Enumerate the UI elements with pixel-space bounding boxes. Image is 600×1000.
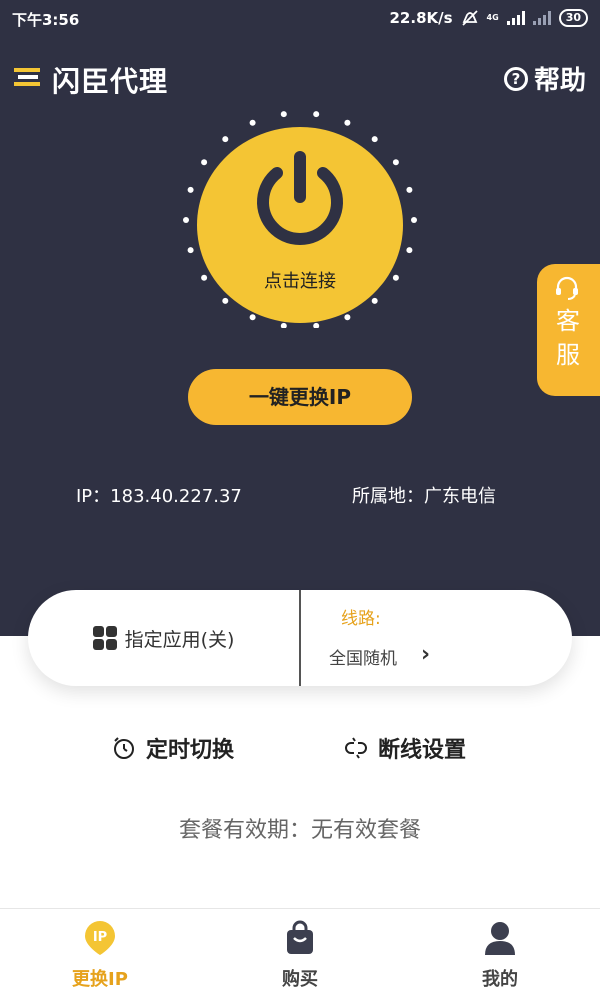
ip-pin-icon: IP (85, 921, 115, 955)
settings-card: 指定应用(关) 线路: 全国随机 › (28, 590, 572, 686)
customer-service-label: 客服 (556, 307, 580, 369)
tab-label: 购买 (282, 969, 318, 990)
change-ip-button[interactable]: 一键更换IP (188, 369, 412, 425)
dial-dot (371, 297, 378, 304)
user-icon (485, 922, 515, 955)
help-label: 帮助 (533, 66, 586, 96)
dial-dot (406, 247, 413, 254)
timer-icon (114, 737, 134, 759)
dial-dot (313, 322, 320, 328)
timed-switch-label: 定时切换 (146, 738, 235, 763)
route-value: 全国随机 (329, 649, 397, 669)
bottom-tab-bar: IP 更换IP 购买 我的 (0, 908, 600, 1000)
status-bar: 下午3:56 22.8K/s 4G 30 (0, 0, 600, 36)
chevron-right-icon: › (421, 642, 431, 667)
status-indicators: 22.8K/s 4G 30 (389, 9, 588, 27)
route-label: 线路: (341, 609, 381, 629)
dial-dot (313, 111, 320, 118)
svg-text:IP: IP (93, 930, 107, 945)
power-icon (257, 151, 343, 245)
dial-dot (201, 159, 208, 166)
dial-dot (371, 136, 378, 143)
grid-icon (92, 626, 117, 650)
dial-dot (183, 217, 189, 223)
headset-icon (556, 276, 578, 300)
app-logo (14, 68, 40, 86)
network-type: 4G (486, 13, 499, 22)
app-select-button[interactable]: 指定应用(关) (28, 590, 299, 686)
tab-buy[interactable]: 购买 (200, 909, 400, 1000)
customer-service-button[interactable]: 客服 (537, 264, 600, 396)
dial-dot (249, 119, 256, 126)
app-header: 闪臣代理 ? 帮助 (0, 58, 600, 98)
dial-dot (344, 119, 351, 126)
app-select-label: 指定应用(关) (124, 628, 235, 651)
route-select[interactable]: 线路: 全国随机 › (301, 590, 572, 686)
mute-icon (461, 10, 478, 26)
ip-location: 所属地：广东电信 (352, 486, 496, 507)
disconnect-settings-button[interactable]: 断线设置 (344, 732, 466, 764)
help-button[interactable]: ? 帮助 (503, 60, 586, 97)
dial-dot (187, 186, 194, 193)
dial-dot (222, 297, 229, 304)
ip-address: IP：183.40.227.37 (76, 486, 242, 507)
tab-me[interactable]: 我的 (400, 909, 600, 1000)
dial-dot (187, 247, 194, 254)
dial-dot (222, 136, 229, 143)
net-speed: 22.8K/s (389, 9, 453, 27)
dial-dot (392, 159, 399, 166)
dial-dot (406, 186, 413, 193)
dial-dot (344, 314, 351, 321)
dial-dot (249, 314, 256, 321)
timed-switch-button[interactable]: 定时切换 (112, 732, 234, 764)
signal-icon (506, 11, 525, 25)
signal-2-icon (532, 11, 551, 25)
disconnect-settings-label: 断线设置 (378, 738, 467, 763)
broken-link-icon (345, 737, 367, 759)
tab-change-ip[interactable]: IP 更换IP (0, 909, 200, 1000)
dial-dot (280, 322, 287, 328)
tab-label: 我的 (482, 969, 518, 990)
connect-power-button[interactable]: 点击连接 (197, 127, 403, 323)
shopping-bag-icon (287, 920, 313, 954)
plan-validity: 套餐有效期：无有效套餐 (178, 818, 421, 843)
battery-icon: 30 (558, 9, 588, 27)
dial-dot (280, 111, 287, 118)
question-icon: ? (503, 66, 528, 91)
connect-label: 点击连接 (264, 271, 336, 292)
status-time: 下午3:56 (12, 11, 80, 29)
dial-dot (411, 217, 417, 223)
app-title: 闪臣代理 (52, 65, 169, 98)
tab-label: 更换IP (72, 969, 128, 990)
